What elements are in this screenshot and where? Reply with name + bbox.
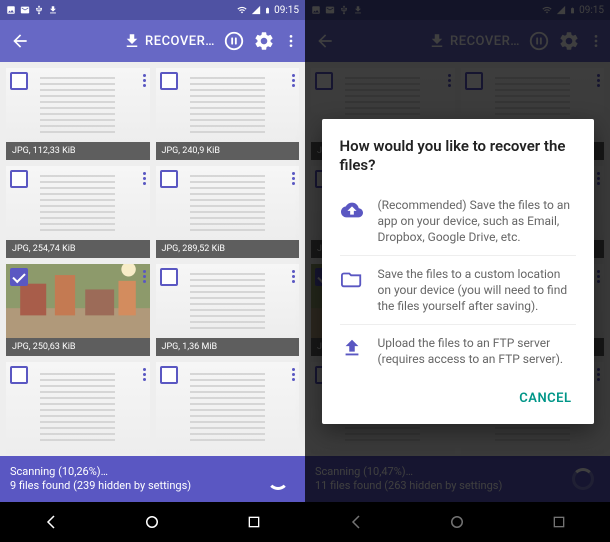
nav-recents[interactable] [234, 502, 274, 542]
cancel-button[interactable]: CANCEL [515, 385, 575, 412]
nav-home[interactable] [132, 502, 172, 542]
option-save-to-app[interactable]: (Recommended) Save the files to an app o… [340, 187, 576, 255]
settings-button[interactable] [253, 30, 275, 52]
file-card[interactable]: JPG, 250,63 KiB [6, 264, 150, 356]
card-menu-button[interactable] [141, 70, 148, 91]
checkbox[interactable] [160, 72, 178, 90]
checkbox[interactable] [10, 366, 28, 384]
card-menu-button[interactable] [141, 266, 148, 287]
dialog-title: How would you like to recover the files? [340, 137, 576, 175]
back-button[interactable] [6, 31, 34, 51]
card-menu-button[interactable] [290, 168, 297, 189]
file-card[interactable]: JPG, 254,74 KiB [6, 166, 150, 258]
checkbox[interactable] [10, 268, 28, 286]
file-caption: JPG, 254,74 KiB [6, 240, 150, 258]
recover-dialog: How would you like to recover the files?… [322, 119, 594, 424]
spinner-icon [267, 468, 289, 490]
status-bar: 09:15 [0, 0, 305, 20]
scanning-line2: 9 files found (239 hidden by settings) [10, 479, 191, 493]
checkbox[interactable] [160, 366, 178, 384]
cloud-upload-icon [340, 197, 364, 245]
file-grid: JPG, 112,33 KiB JPG, 240,9 KiB JPG, 254,74… [0, 62, 305, 456]
recover-label: RECOVER… [145, 34, 215, 49]
file-caption: JPG, 240,9 KiB [156, 142, 300, 160]
checkbox[interactable] [160, 170, 178, 188]
checkbox[interactable] [160, 268, 178, 286]
file-card[interactable]: JPG, 112,33 KiB [6, 68, 150, 160]
card-menu-button[interactable] [290, 70, 297, 91]
status-footer: Scanning (10,26%)… 9 files found (239 hi… [0, 456, 305, 502]
file-card[interactable]: JPG, 240,9 KiB [156, 68, 300, 160]
card-menu-button[interactable] [141, 168, 148, 189]
checkbox[interactable] [10, 170, 28, 188]
folder-icon [340, 266, 364, 314]
wifi-icon [236, 5, 248, 15]
file-card[interactable] [156, 362, 300, 454]
file-card[interactable]: JPG, 1,36 MiB [156, 264, 300, 356]
nav-bar [0, 502, 305, 542]
status-time: 09:15 [274, 5, 299, 16]
pause-button[interactable] [223, 30, 245, 52]
option-ftp-upload[interactable]: Upload the files to an FTP server (requi… [340, 324, 576, 377]
card-menu-button[interactable] [290, 266, 297, 287]
scanning-line1: Scanning (10,26%)… [10, 465, 191, 479]
option-text: Upload the files to an FTP server (requi… [378, 335, 576, 367]
notif-usb-icon [34, 5, 44, 15]
screen-left: 09:15 RECOVER… JPG, 112,33 KiB JPG, 240,9… [0, 0, 305, 542]
recover-action[interactable]: RECOVER… [123, 32, 215, 50]
checkbox[interactable] [10, 72, 28, 90]
option-text: Save the files to a custom location on y… [378, 266, 576, 314]
signal-icon [251, 5, 261, 15]
file-caption: JPG, 112,33 KiB [6, 142, 150, 160]
upload-icon [340, 335, 364, 367]
app-bar: RECOVER… [0, 20, 305, 62]
file-caption: JPG, 1,36 MiB [156, 338, 300, 356]
option-text: (Recommended) Save the files to an app o… [378, 197, 576, 245]
option-save-custom[interactable]: Save the files to a custom location on y… [340, 255, 576, 324]
file-caption: JPG, 289,52 KiB [156, 240, 300, 258]
screen-right: 09:15 RECOVER… JPG, 112,33 KiBJPG, 240,9… [305, 0, 610, 542]
notif-mail-icon [20, 5, 30, 15]
nav-back[interactable] [31, 502, 71, 542]
file-caption: JPG, 250,63 KiB [6, 338, 150, 356]
card-menu-button[interactable] [141, 364, 148, 385]
battery-icon [264, 5, 271, 16]
file-card[interactable]: JPG, 289,52 KiB [156, 166, 300, 258]
card-menu-button[interactable] [290, 364, 297, 385]
dialog-overlay[interactable]: How would you like to recover the files?… [305, 0, 610, 542]
download-icon [123, 32, 141, 50]
notif-image-icon [6, 5, 16, 15]
overflow-button[interactable] [283, 31, 299, 51]
file-card[interactable] [6, 362, 150, 454]
notif-download-icon [48, 5, 58, 15]
